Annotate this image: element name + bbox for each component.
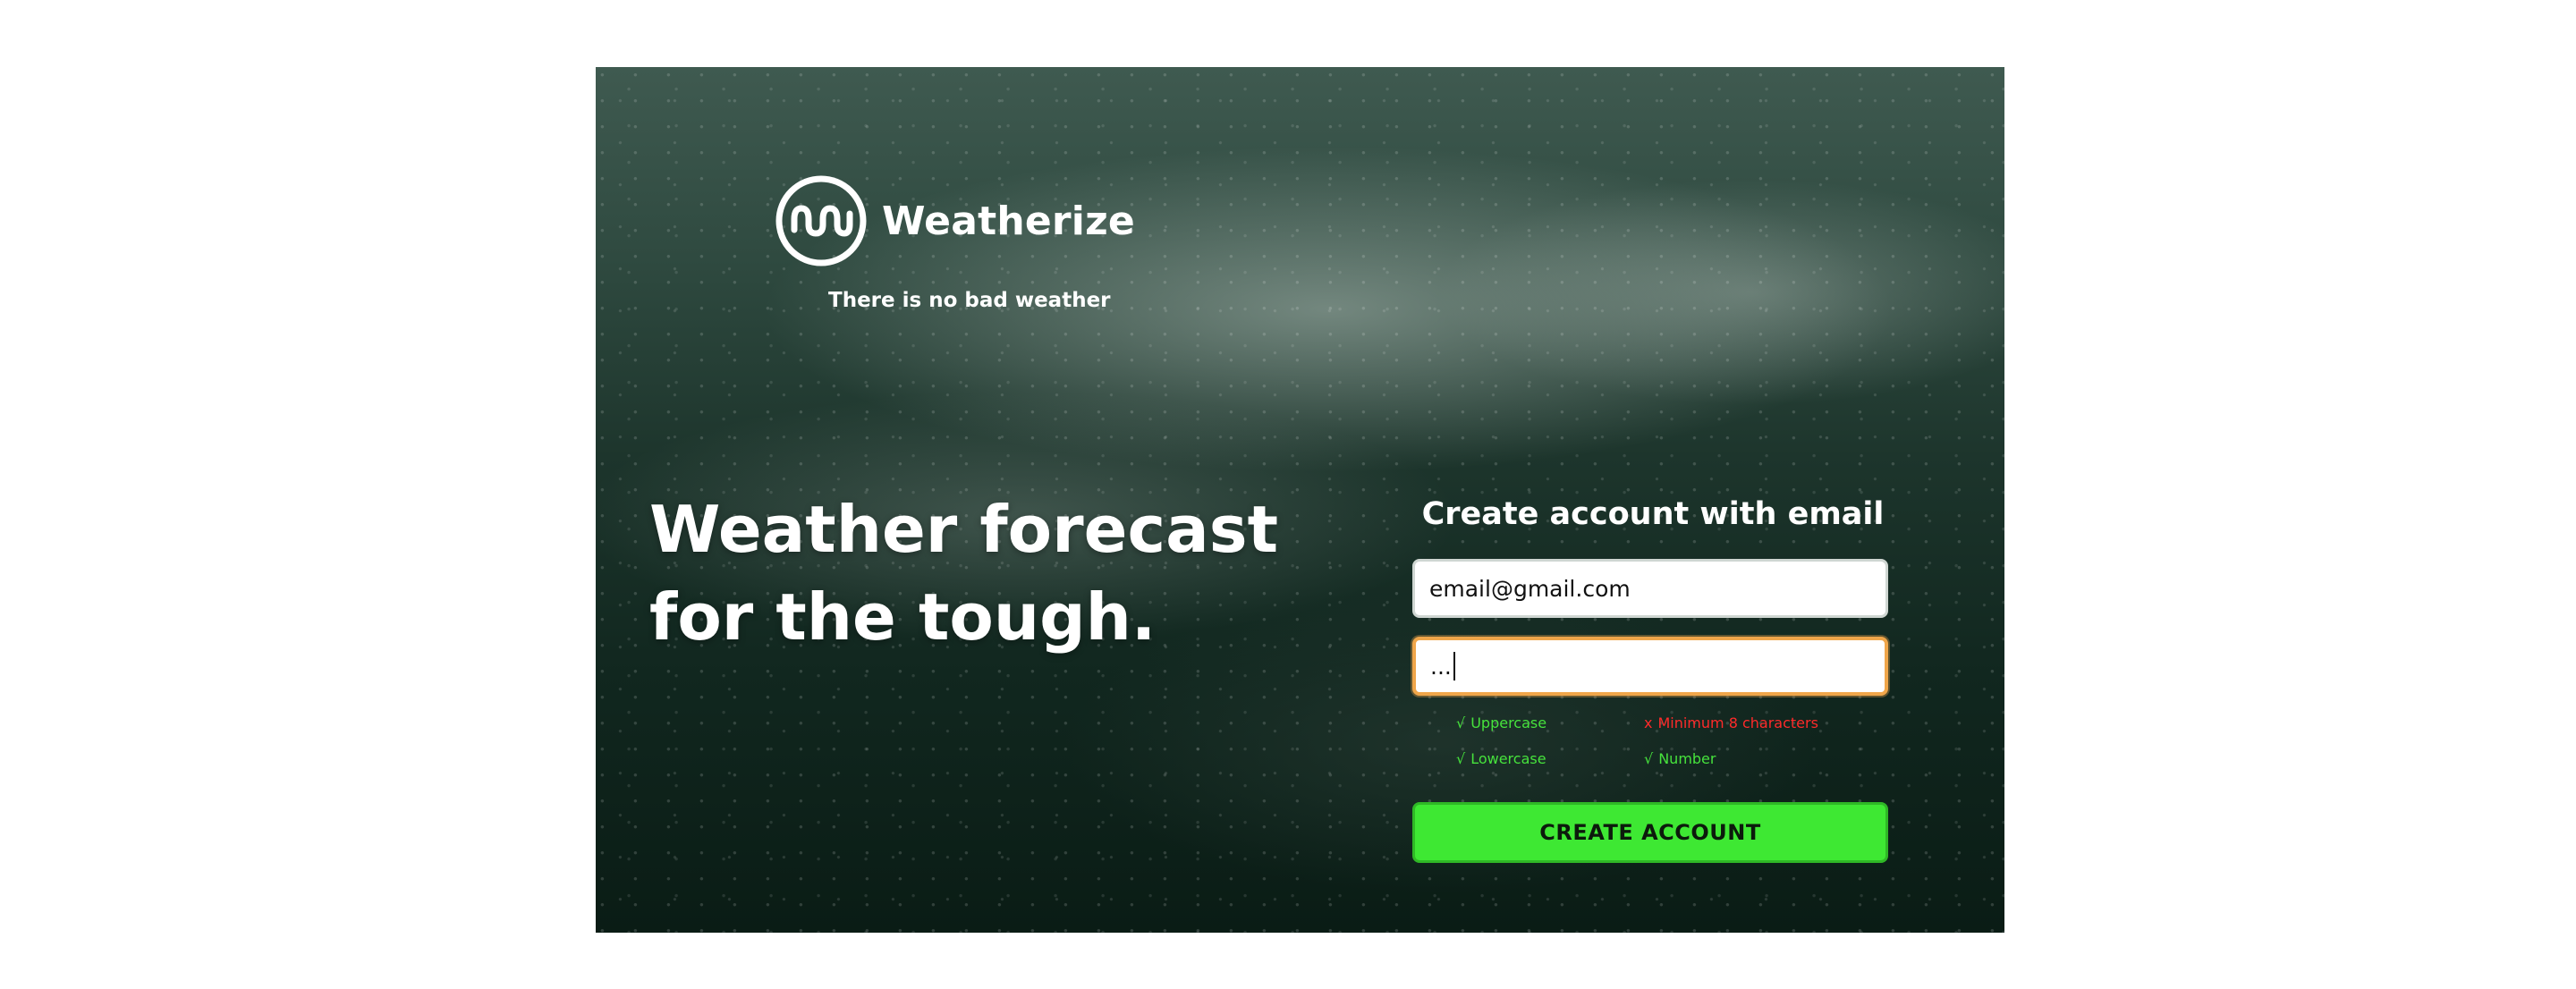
password-field[interactable]: ... (1412, 637, 1888, 696)
rule-number: √ Number (1644, 750, 1716, 767)
password-value: ... (1430, 653, 1452, 680)
form-title: Create account with email (1421, 496, 1885, 532)
email-value: email@gmail.com (1429, 575, 1631, 602)
check-icon: √ (1456, 750, 1466, 767)
signup-panel: Weatherize There is no bad weather Weath… (596, 67, 2004, 933)
rule-label: Lowercase (1470, 750, 1546, 767)
email-field[interactable]: email@gmail.com (1412, 559, 1888, 618)
rule-label: Number (1658, 750, 1716, 767)
rule-label: Uppercase (1470, 714, 1547, 731)
rule-label: Minimum 8 characters (1657, 714, 1818, 731)
brand-header: Weatherize (775, 174, 1135, 267)
hero-line-1: Weather forecast (649, 492, 1279, 567)
wave-logo-icon (775, 175, 867, 266)
hero-line-2: for the tough. (649, 579, 1157, 655)
create-account-button[interactable]: CREATE ACCOUNT (1412, 802, 1888, 863)
cross-icon: x (1644, 714, 1653, 731)
rule-lowercase: √ Lowercase (1456, 750, 1546, 767)
check-icon: √ (1456, 714, 1466, 731)
text-cursor (1453, 652, 1455, 680)
check-icon: √ (1644, 750, 1654, 767)
rule-uppercase: √ Uppercase (1456, 714, 1546, 731)
rule-min-length: x Minimum 8 characters (1644, 714, 1818, 731)
hero-heading: Weather forecast for the tough. (649, 486, 1279, 661)
tagline: There is no bad weather (828, 289, 1111, 312)
brand-name: Weatherize (882, 198, 1135, 244)
